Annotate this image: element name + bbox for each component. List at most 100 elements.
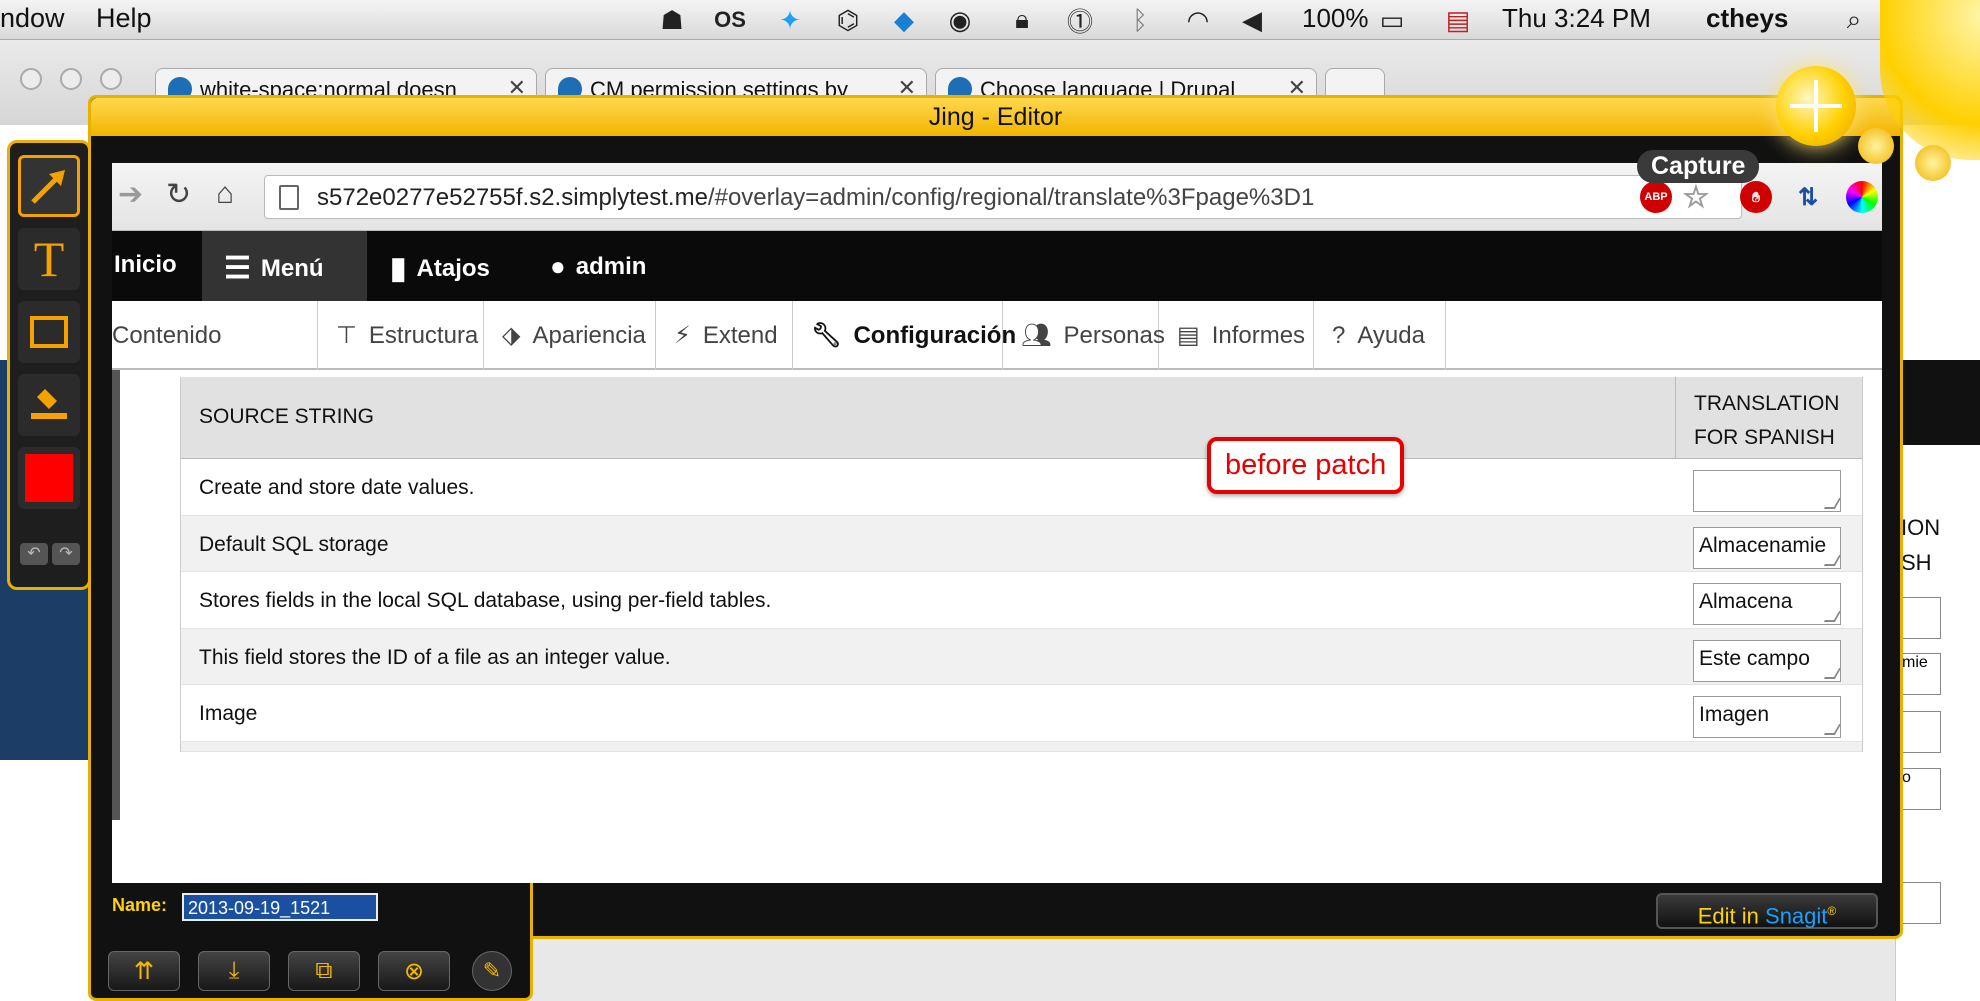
- twitter-icon[interactable]: ✦: [774, 4, 806, 36]
- volume-icon[interactable]: ◀: [1236, 4, 1268, 36]
- snagit-prefix: Edit in: [1697, 903, 1766, 929]
- drupal-admin-tray: Contenido ⊤ Estructura ⬗ Apariencia ⚡︎ Exte…: [112, 301, 1882, 370]
- record-icon[interactable]: ◉: [944, 4, 976, 36]
- column-translation-line2: FOR SPANISH: [1694, 426, 1835, 449]
- more-icon[interactable]: [1915, 145, 1951, 181]
- background-textarea: [1901, 711, 1941, 753]
- forward-icon: ➔: [118, 178, 144, 211]
- arrow-icon: [31, 170, 65, 204]
- tray-estructura: ⊤ Estructura: [318, 301, 484, 370]
- background-text: o: [1902, 769, 1911, 786]
- background-text: ION: [1901, 515, 1941, 540]
- bluetooth-icon[interactable]: ᛒ: [1124, 4, 1156, 36]
- star-icon: ☆: [1682, 180, 1710, 214]
- inicio-label: Inicio: [114, 251, 177, 278]
- window-minimize-button[interactable]: [60, 68, 82, 90]
- tray-ayuda: ? Ayuda: [1314, 301, 1446, 370]
- background-text: SH: [1901, 550, 1932, 575]
- tray-label: Contenido: [112, 321, 222, 349]
- table-row-partial: [181, 741, 1862, 752]
- drupal-toolbar: Inicio ☰ Menú ▮ Atajos ● admin: [112, 231, 1882, 301]
- rectangle-tool-button[interactable]: [18, 301, 80, 363]
- jing-editor-title: Jing - Editor: [91, 98, 1900, 136]
- background-textarea: o: [1901, 768, 1941, 810]
- source-string: Create and store date values.: [199, 476, 475, 499]
- translation-table-area: SOURCE STRING TRANSLATION FOR SPANISH Cr…: [112, 370, 1882, 883]
- table-row: Default SQL storage Almacenamie: [181, 515, 1862, 572]
- menu-window[interactable]: ndow: [0, 3, 65, 34]
- toolbar-atajos: ▮ Atajos: [390, 251, 490, 286]
- user-icon: ●: [550, 251, 566, 281]
- flag-icon[interactable]: ▤: [1442, 4, 1474, 36]
- translation-textarea: Almacenamie: [1693, 526, 1841, 569]
- color-swatch-button[interactable]: [18, 447, 80, 509]
- snagit-registered-mark: ®: [1827, 904, 1837, 918]
- mac-menubar: ndow Help ☗ OS ✦ ⌬ ◆ ◉ 🔒︎ ⓵ ᛒ ◠ ◀ 100% ▭…: [0, 0, 1980, 40]
- background-textarea: [1901, 597, 1941, 639]
- color-swatch: [25, 454, 73, 502]
- url-path: /#overlay=admin/config/regional/translat…: [707, 184, 1315, 211]
- background-page-right: ION SH mie o: [1895, 125, 1980, 1001]
- url-host: s572e0277e52755f.s2.simplytest.me: [317, 184, 708, 211]
- settings-button[interactable]: ✎: [472, 951, 512, 991]
- menubar-clock[interactable]: Thu 3:24 PM: [1502, 3, 1651, 34]
- translation-textarea: Imagen: [1693, 696, 1841, 738]
- tray-label: Estructura: [368, 321, 479, 349]
- translation-textarea: [1693, 470, 1841, 512]
- alert-icon[interactable]: ⓵: [1064, 4, 1096, 37]
- hand-stop-icon: ✋︎: [1740, 181, 1772, 213]
- text-tool-button[interactable]: T: [18, 228, 80, 290]
- translation-textarea: Este campo: [1693, 639, 1841, 682]
- toolbar-admin: ● admin: [550, 251, 646, 282]
- window-zoom-button[interactable]: [100, 68, 122, 90]
- column-translation-line1: TRANSLATION: [1694, 392, 1840, 415]
- table-header: SOURCE STRING TRANSLATION FOR SPANISH: [181, 377, 1862, 459]
- undo-icon[interactable]: ↶: [20, 543, 48, 565]
- menubar-user[interactable]: ctheys: [1706, 3, 1788, 34]
- capture-crosshair-button[interactable]: [1776, 66, 1856, 146]
- cancel-icon: ⊗: [403, 957, 425, 985]
- source-string: This field stores the ID of a file as an…: [199, 645, 671, 669]
- dish-icon[interactable]: ⌬: [832, 4, 864, 36]
- captured-address-bar: ➔ ↻ ⌂ s572e0277e52755f.s2.simplytest.me/…: [112, 163, 1882, 231]
- captured-image: ➔ ↻ ⌂ s572e0277e52755f.s2.simplytest.me/…: [112, 163, 1882, 883]
- tray-label: Extend: [702, 321, 778, 349]
- overlay-left-edge: [112, 370, 120, 820]
- copy-icon: ⧉: [315, 957, 333, 984]
- highlighter-icon: [31, 389, 67, 419]
- column-source-string: SOURCE STRING: [199, 405, 375, 428]
- save-button[interactable]: ⤓: [198, 951, 270, 991]
- arrow-tool-button[interactable]: [18, 155, 80, 217]
- source-string: Stores fields in the local SQL database,…: [199, 589, 772, 612]
- url-field: s572e0277e52755f.s2.simplytest.me/#overl…: [264, 175, 1742, 219]
- tray-label: Ayuda: [1357, 321, 1425, 349]
- wifi-icon[interactable]: ◠: [1182, 4, 1214, 36]
- copy-button[interactable]: ⧉: [288, 951, 360, 991]
- menu-help[interactable]: Help: [96, 3, 152, 34]
- plug-icon: ⚡︎: [674, 322, 691, 349]
- cancel-button[interactable]: ⊗: [378, 951, 450, 991]
- lock-icon[interactable]: 🔒︎: [1006, 4, 1038, 36]
- share-button[interactable]: ⇈: [108, 951, 180, 991]
- dropbox-icon[interactable]: ◆: [888, 4, 920, 36]
- spotlight-search-icon[interactable]: ⌕: [1838, 4, 1870, 36]
- annotation-callout[interactable]: before patch: [1207, 437, 1405, 494]
- atajos-label: Atajos: [416, 254, 490, 282]
- redo-icon[interactable]: ↷: [52, 543, 80, 565]
- name-input[interactable]: 2013-09-19_1521: [182, 893, 378, 921]
- history-icon[interactable]: [1858, 128, 1894, 164]
- source-string: Image: [199, 702, 258, 725]
- battery-icon[interactable]: ▭: [1372, 4, 1412, 36]
- window-close-button[interactable]: [20, 68, 42, 90]
- table-row: Create and store date values.: [181, 459, 1862, 516]
- page-icon: [279, 185, 299, 210]
- jing-tool-palette: T ↶ ↷: [7, 140, 91, 590]
- tray-apariencia: ⬗ Apariencia: [484, 301, 656, 370]
- os-icon[interactable]: OS: [714, 4, 746, 36]
- edit-in-snagit-button[interactable]: Edit in Snagit®: [1656, 893, 1878, 929]
- highlight-tool-button[interactable]: [18, 374, 80, 436]
- table-row: Stores fields in the local SQL database,…: [181, 572, 1862, 629]
- ghost-icon[interactable]: ☗: [656, 4, 688, 36]
- column-translation: TRANSLATION FOR SPANISH: [1675, 377, 1864, 459]
- tray-contenido: Contenido: [112, 301, 318, 370]
